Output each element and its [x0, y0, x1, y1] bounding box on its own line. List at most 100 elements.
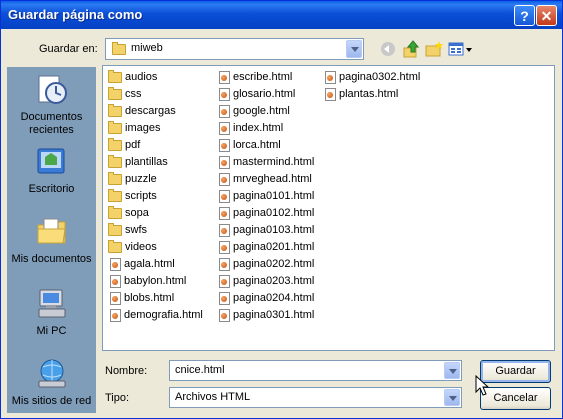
- html-file-icon: [219, 309, 230, 322]
- folder-item[interactable]: css: [108, 87, 142, 101]
- html-file-icon: [219, 190, 230, 203]
- item-name: sopa: [125, 207, 149, 219]
- folder-icon: [108, 155, 122, 168]
- save-in-value: miweb: [131, 42, 163, 54]
- item-name: index.html: [233, 122, 284, 134]
- file-item[interactable]: pagina0302.html: [323, 71, 420, 84]
- save-in-label: Guardar en:: [39, 43, 98, 55]
- folder-icon: [108, 104, 122, 117]
- close-button[interactable]: ✕: [536, 5, 557, 26]
- folder-icon: [108, 172, 122, 185]
- file-item[interactable]: pagina0101.html: [217, 190, 314, 203]
- folder-item[interactable]: swfs: [108, 223, 147, 237]
- html-file-icon: [325, 71, 336, 84]
- new-folder-icon: [425, 41, 443, 57]
- folder-item[interactable]: videos: [108, 240, 157, 254]
- file-item[interactable]: pagina0301.html: [217, 309, 314, 322]
- html-file-icon: [219, 207, 230, 220]
- folder-item[interactable]: sopa: [108, 206, 149, 220]
- place-label: Mis sitios de red: [11, 395, 92, 407]
- item-name: pagina0204.html: [233, 292, 315, 304]
- folder-item[interactable]: pdf: [108, 138, 141, 152]
- place-desktop[interactable]: Escritorio: [7, 145, 96, 196]
- new-folder-button[interactable]: [424, 39, 444, 59]
- folder-item[interactable]: plantillas: [108, 155, 168, 169]
- html-file-icon: [219, 275, 230, 288]
- place-recent-documents[interactable]: Documentos recientes: [7, 73, 96, 137]
- folder-icon: [108, 70, 122, 83]
- places-bar: Documentos recientes Escritorio Mis docu…: [7, 67, 96, 413]
- html-file-icon: [219, 88, 230, 101]
- views-menu-button[interactable]: [447, 39, 473, 59]
- title-bar[interactable]: Guardar página como ? ✕: [1, 1, 562, 29]
- filetype-value: Archivos HTML: [175, 391, 251, 403]
- folder-icon: [108, 189, 122, 202]
- item-name: mrveghead.html: [233, 173, 312, 185]
- place-network[interactable]: Mis sitios de red: [7, 357, 96, 408]
- item-name: pdf: [125, 139, 141, 151]
- file-item[interactable]: pagina0201.html: [217, 241, 314, 254]
- back-button[interactable]: [378, 39, 398, 59]
- folder-item[interactable]: puzzle: [108, 172, 157, 186]
- chevron-down-icon[interactable]: [444, 362, 460, 379]
- item-name: pagina0201.html: [233, 241, 315, 253]
- folder-icon: [108, 87, 122, 100]
- file-item[interactable]: escribe.html: [217, 71, 292, 84]
- place-my-documents[interactable]: Mis documentos: [7, 215, 96, 266]
- filetype-select[interactable]: Archivos HTML: [169, 387, 462, 408]
- item-name: audios: [125, 71, 158, 83]
- html-file-icon: [219, 173, 230, 186]
- file-item[interactable]: pagina0204.html: [217, 292, 314, 305]
- file-item[interactable]: demografia.html: [108, 309, 203, 322]
- item-name: pagina0302.html: [339, 71, 421, 83]
- file-item[interactable]: plantas.html: [323, 88, 398, 101]
- help-button[interactable]: ?: [514, 5, 535, 26]
- folder-item[interactable]: descargas: [108, 104, 176, 118]
- save-dialog: Guardar página como ? ✕ Guardar en: miwe…: [0, 0, 563, 419]
- up-folder-button[interactable]: [401, 39, 421, 59]
- item-name: pagina0301.html: [233, 309, 315, 321]
- save-in-combo[interactable]: miweb: [105, 38, 364, 60]
- file-item[interactable]: blobs.html: [108, 292, 174, 305]
- file-item[interactable]: agala.html: [108, 258, 175, 271]
- item-name: lorca.html: [233, 139, 281, 151]
- folder-item[interactable]: scripts: [108, 189, 157, 203]
- html-file-icon: [110, 292, 121, 305]
- html-file-icon: [110, 275, 121, 288]
- html-file-icon: [219, 258, 230, 271]
- item-name: images: [125, 122, 161, 134]
- file-item[interactable]: index.html: [217, 122, 283, 135]
- save-button[interactable]: Guardar: [480, 360, 551, 383]
- html-file-icon: [110, 258, 121, 271]
- file-item[interactable]: pagina0103.html: [217, 224, 314, 237]
- item-name: videos: [125, 241, 157, 253]
- item-name: blobs.html: [124, 292, 175, 304]
- file-item[interactable]: mastermind.html: [217, 156, 314, 169]
- folder-icon: [108, 121, 122, 134]
- folder-item[interactable]: images: [108, 121, 161, 135]
- file-item[interactable]: pagina0202.html: [217, 258, 314, 271]
- file-list[interactable]: audios css descargas images pdf plantillas puz…: [102, 65, 555, 351]
- place-label: Documentos recientes: [20, 111, 83, 136]
- item-name: pagina0102.html: [233, 207, 315, 219]
- network-places-icon: [38, 359, 65, 388]
- chevron-down-icon[interactable]: [444, 389, 460, 406]
- filename-label: Nombre:: [105, 365, 148, 377]
- folder-icon: [112, 42, 126, 55]
- file-item[interactable]: glosario.html: [217, 88, 295, 101]
- file-item[interactable]: babylon.html: [108, 275, 186, 288]
- filename-input[interactable]: cnice.html: [169, 360, 462, 381]
- file-item[interactable]: pagina0203.html: [217, 275, 314, 288]
- my-documents-icon: [37, 218, 66, 244]
- chevron-down-icon[interactable]: [346, 40, 362, 58]
- html-file-icon: [219, 139, 230, 152]
- file-item[interactable]: google.html: [217, 105, 290, 118]
- file-item[interactable]: pagina0102.html: [217, 207, 314, 220]
- cancel-button[interactable]: Cancelar: [480, 387, 551, 410]
- file-item[interactable]: mrveghead.html: [217, 173, 312, 186]
- place-my-computer[interactable]: Mi PC: [7, 287, 96, 338]
- file-item[interactable]: lorca.html: [217, 139, 281, 152]
- folder-item[interactable]: audios: [108, 70, 158, 84]
- item-name: demografia.html: [124, 309, 203, 321]
- html-file-icon: [219, 105, 230, 118]
